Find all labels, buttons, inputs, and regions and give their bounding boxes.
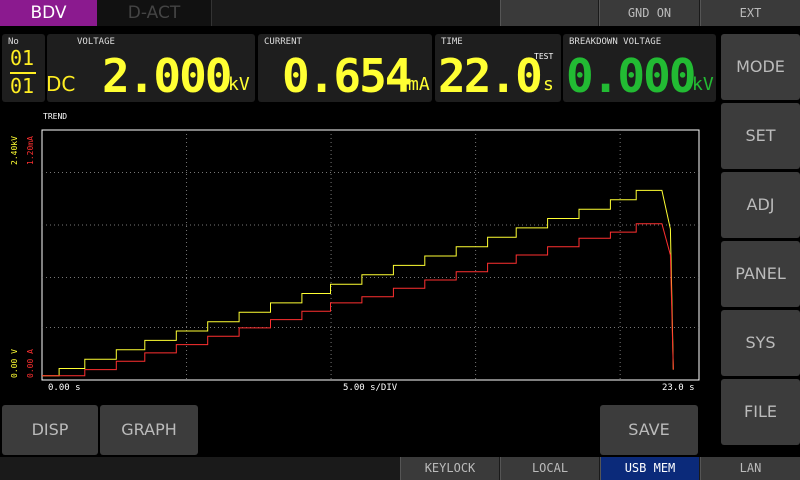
graph-button[interactable]: GRAPH <box>100 405 198 455</box>
voltage-trend-line <box>42 189 674 377</box>
x-div-label: 5.00 s/DIV <box>343 383 398 393</box>
keylock-button[interactable]: KEYLOCK <box>400 457 499 480</box>
x-start-label: 0.00 s <box>48 383 81 393</box>
save-button[interactable]: SAVE <box>600 405 698 455</box>
plot-frame <box>41 129 700 381</box>
lan-button[interactable]: LAN <box>700 457 800 480</box>
x-end-label: 23.0 s <box>662 383 695 393</box>
disp-button[interactable]: DISP <box>2 405 98 455</box>
plot-grid <box>42 130 699 380</box>
local-button[interactable]: LOCAL <box>500 457 599 480</box>
usb-mem-button[interactable]: USB MEM <box>600 457 699 480</box>
current-trend-line <box>42 223 674 377</box>
